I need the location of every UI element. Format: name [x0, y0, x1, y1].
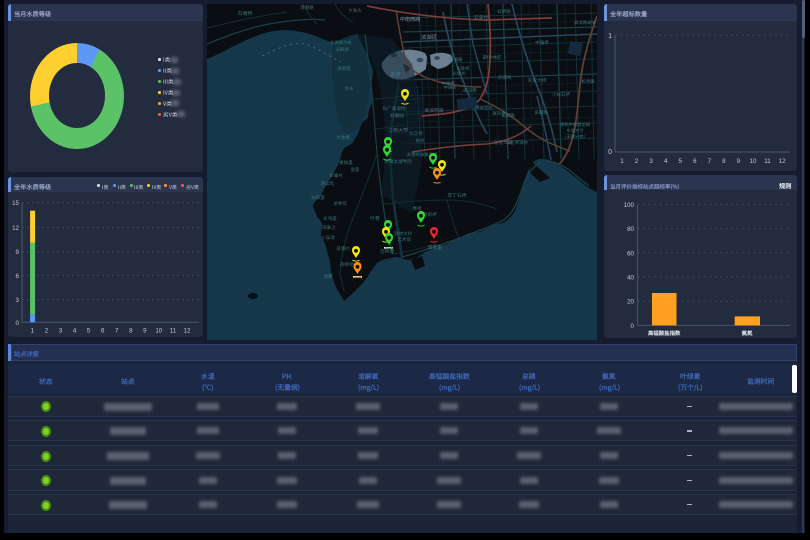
svg-text:9: 9: [16, 249, 20, 256]
svg-text:0: 0: [16, 320, 20, 327]
svg-text:9: 9: [737, 158, 741, 165]
svg-text:12: 12: [12, 225, 19, 232]
svg-text:5: 5: [678, 158, 682, 165]
svg-text:4: 4: [73, 328, 77, 335]
svg-text:20: 20: [627, 299, 634, 306]
svg-text:80: 80: [627, 226, 634, 233]
svg-text:10: 10: [750, 158, 757, 165]
svg-text:8: 8: [722, 158, 726, 165]
svg-text:1: 1: [31, 328, 35, 335]
svg-text:6: 6: [16, 273, 20, 280]
svg-text:5: 5: [87, 328, 91, 335]
svg-text:12: 12: [779, 158, 786, 165]
svg-text:11: 11: [764, 158, 771, 165]
svg-text:1: 1: [620, 158, 624, 165]
svg-text:3: 3: [59, 328, 63, 335]
svg-text:60: 60: [627, 250, 634, 257]
svg-text:12: 12: [184, 328, 191, 335]
svg-text:3: 3: [16, 297, 20, 304]
svg-text:8: 8: [129, 328, 133, 335]
svg-text:10: 10: [155, 328, 162, 335]
svg-text:6: 6: [693, 158, 697, 165]
svg-text:40: 40: [627, 275, 634, 282]
svg-text:11: 11: [170, 328, 177, 335]
svg-text:7: 7: [708, 158, 712, 165]
svg-text:3: 3: [649, 158, 653, 165]
svg-text:9: 9: [143, 328, 147, 335]
svg-text:2: 2: [45, 328, 49, 335]
svg-text:6: 6: [101, 328, 105, 335]
svg-text:0: 0: [631, 323, 635, 330]
svg-text:4: 4: [664, 158, 668, 165]
svg-text:7: 7: [115, 328, 119, 335]
svg-text:2: 2: [635, 158, 639, 165]
svg-text:100: 100: [624, 202, 635, 209]
svg-text:0: 0: [608, 149, 612, 156]
svg-text:1: 1: [608, 33, 612, 40]
svg-text:15: 15: [12, 200, 19, 207]
